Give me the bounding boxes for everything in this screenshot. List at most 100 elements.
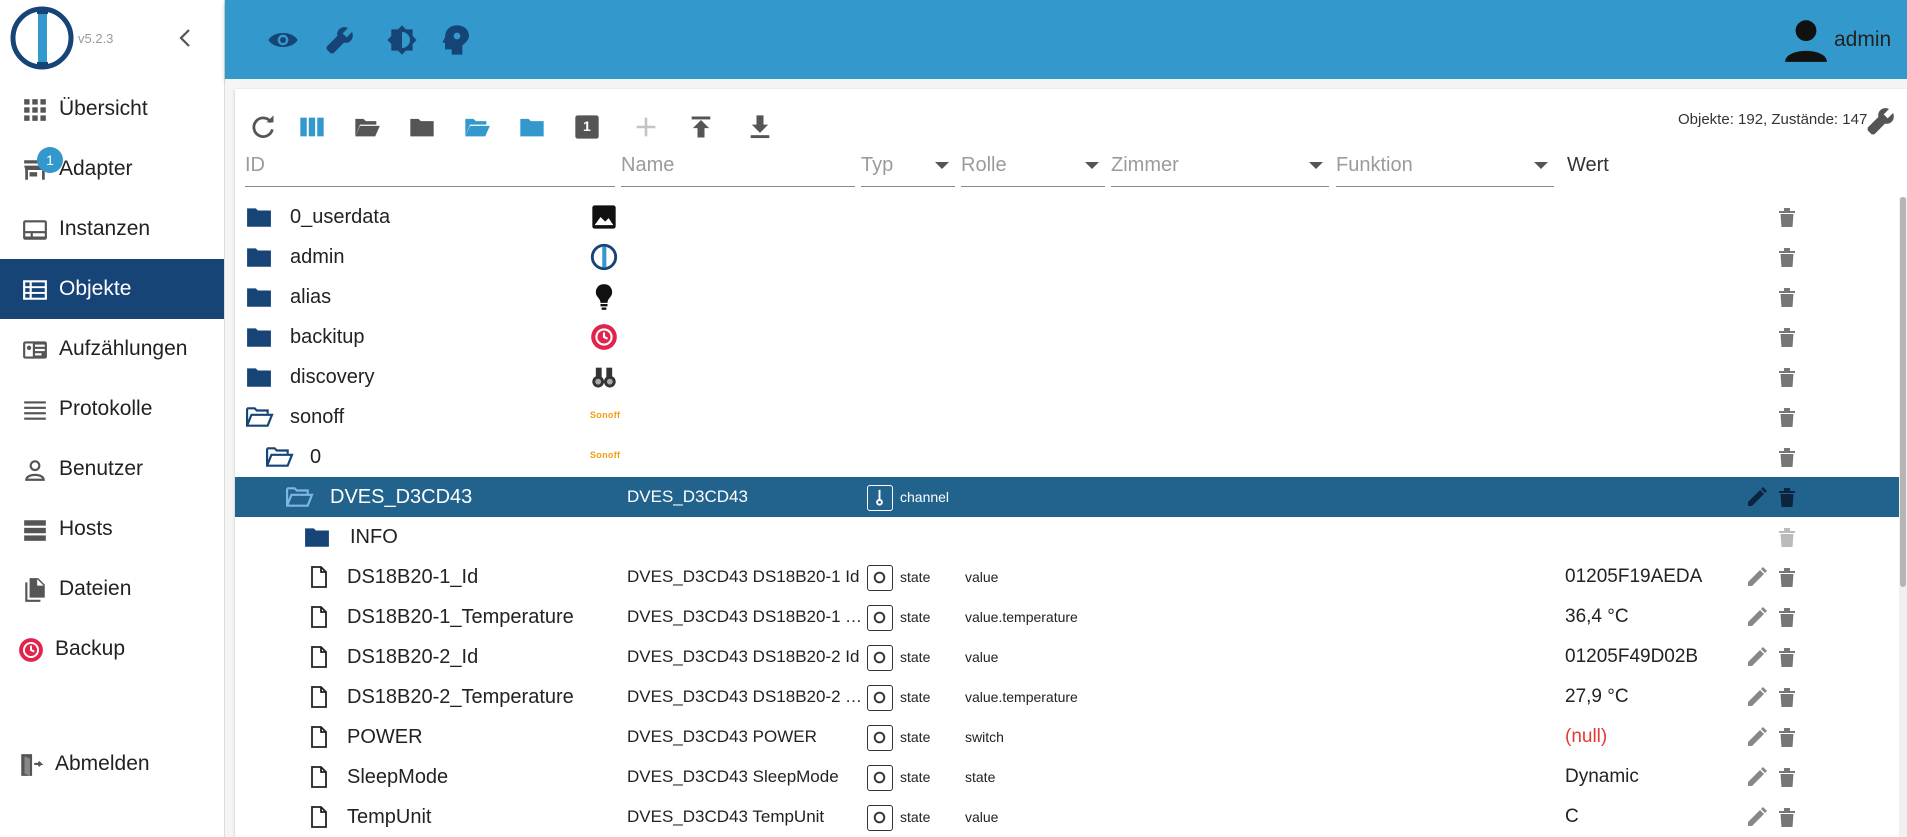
delete-icon[interactable] — [1775, 564, 1799, 590]
delete-icon[interactable] — [1775, 324, 1799, 350]
delete-icon[interactable] — [1775, 724, 1799, 750]
folder-icon[interactable] — [408, 113, 436, 141]
object-value[interactable]: 36,4 °C — [1565, 606, 1629, 628]
edit-icon[interactable] — [1745, 565, 1769, 589]
columns-icon[interactable] — [298, 113, 326, 141]
table-row[interactable]: alias — [235, 277, 1899, 317]
user-name[interactable]: admin — [1834, 28, 1891, 52]
object-value[interactable]: Dynamic — [1565, 766, 1639, 788]
table-row[interactable]: POWER DVES_D3CD43 POWER state switch (nu… — [235, 717, 1899, 757]
edit-icon[interactable] — [1745, 765, 1769, 789]
account-icon[interactable] — [1781, 16, 1831, 66]
id-filter-field[interactable] — [245, 145, 615, 187]
edit-icon[interactable] — [1745, 485, 1769, 509]
sidebar-item-backup[interactable]: Backup — [0, 619, 224, 679]
object-value[interactable]: 01205F19AEDA — [1565, 566, 1702, 588]
sidebar-item-instances[interactable]: Instanzen — [0, 199, 224, 259]
delete-icon[interactable] — [1775, 604, 1799, 630]
channel-type-icon — [867, 485, 893, 511]
function-filter-select[interactable]: Funktion — [1336, 145, 1554, 187]
folder-icon[interactable] — [245, 204, 273, 230]
delete-icon[interactable] — [1775, 244, 1799, 270]
edit-icon[interactable] — [1745, 725, 1769, 749]
expert-mode-icon[interactable] — [441, 24, 473, 56]
edit-icon[interactable] — [1745, 605, 1769, 629]
depth-level-button[interactable]: 1 — [573, 113, 601, 141]
folder-open-outline-icon[interactable] — [353, 113, 381, 141]
delete-icon[interactable] — [1775, 804, 1799, 830]
object-value[interactable]: C — [1565, 806, 1579, 828]
sidebar-item-overview[interactable]: Übersicht — [0, 79, 224, 139]
role-filter-select[interactable]: Rolle — [961, 145, 1105, 187]
brightness-icon[interactable] — [386, 24, 418, 56]
sidebar-item-hosts[interactable]: Hosts — [0, 499, 224, 559]
refresh-icon[interactable] — [249, 113, 277, 141]
upload-icon[interactable] — [687, 113, 715, 141]
table-row-selected[interactable]: DVES_D3CD43 DVES_D3CD43 channel — [235, 477, 1899, 517]
table-row[interactable]: discovery — [235, 357, 1899, 397]
delete-icon[interactable] — [1775, 444, 1799, 470]
collapse-all-icon[interactable] — [518, 113, 546, 141]
table-row[interactable]: admin — [235, 237, 1899, 277]
folder-icon[interactable] — [303, 524, 331, 550]
scrollbar-thumb[interactable] — [1900, 197, 1906, 587]
id-filter-input[interactable] — [245, 145, 615, 185]
folder-open-icon[interactable] — [263, 444, 295, 470]
sidebar-item-logs[interactable]: Protokolle — [0, 379, 224, 439]
folder-open-icon[interactable] — [283, 484, 315, 510]
table-row[interactable]: SleepMode DVES_D3CD43 SleepMode state st… — [235, 757, 1899, 797]
object-value[interactable]: 27,9 °C — [1565, 686, 1629, 708]
type-filter-select[interactable]: Typ — [861, 145, 955, 187]
delete-icon[interactable] — [1775, 764, 1799, 790]
vertical-scrollbar[interactable] — [1899, 197, 1907, 837]
table-row[interactable]: DS18B20-2_Id DVES_D3CD43 DS18B20-2 Id st… — [235, 637, 1899, 677]
sidebar-item-files[interactable]: Dateien — [0, 559, 224, 619]
folder-icon[interactable] — [245, 244, 273, 270]
folder-icon[interactable] — [245, 324, 273, 350]
object-value[interactable]: (null) — [1565, 726, 1607, 748]
edit-icon[interactable] — [1745, 805, 1769, 829]
table-row[interactable]: TempUnit DVES_D3CD43 TempUnit state valu… — [235, 797, 1899, 837]
delete-icon[interactable] — [1775, 644, 1799, 670]
logout-button[interactable]: Abmelden — [0, 734, 224, 794]
name-filter-input[interactable] — [621, 145, 855, 185]
delete-icon[interactable] — [1775, 524, 1799, 550]
edit-icon[interactable] — [1745, 685, 1769, 709]
folder-icon[interactable] — [245, 284, 273, 310]
user-icon — [25, 460, 45, 481]
sidebar-item-enums[interactable]: Aufzählungen — [0, 319, 224, 379]
name-filter-field[interactable] — [621, 145, 855, 187]
table-row[interactable]: backitup — [235, 317, 1899, 357]
delete-icon[interactable] — [1775, 484, 1799, 510]
delete-icon[interactable] — [1775, 684, 1799, 710]
sidebar-item-users[interactable]: Benutzer — [0, 439, 224, 499]
table-row[interactable]: DS18B20-1_Temperature DVES_D3CD43 DS18B2… — [235, 597, 1899, 637]
folder-open-icon[interactable] — [243, 404, 275, 430]
room-filter-select[interactable]: Zimmer — [1111, 145, 1329, 187]
folder-icon[interactable] — [245, 364, 273, 390]
delete-icon[interactable] — [1775, 284, 1799, 310]
table-row[interactable]: DS18B20-1_Id DVES_D3CD43 DS18B20-1 Id st… — [235, 557, 1899, 597]
table-row[interactable]: DS18B20-2_Temperature DVES_D3CD43 DS18B2… — [235, 677, 1899, 717]
eye-icon[interactable] — [267, 24, 299, 56]
delete-icon[interactable] — [1775, 404, 1799, 430]
table-row[interactable]: 0 Sonoff — [235, 437, 1899, 477]
expand-all-icon[interactable] — [463, 113, 491, 141]
collapse-sidebar-icon[interactable] — [176, 26, 194, 50]
wrench-icon[interactable] — [324, 24, 356, 56]
settings-wrench-icon[interactable] — [1865, 105, 1897, 137]
delete-icon[interactable] — [1775, 204, 1799, 230]
sidebar-item-adapter[interactable]: 1 Adapter — [0, 139, 224, 199]
binoculars-icon — [592, 367, 616, 388]
object-value[interactable]: 01205F49D02B — [1565, 646, 1698, 668]
delete-icon[interactable] — [1775, 364, 1799, 390]
sidebar-item-label: Protokolle — [59, 397, 153, 420]
edit-icon[interactable] — [1745, 645, 1769, 669]
table-row[interactable]: sonoff Sonoff — [235, 397, 1899, 437]
table-row[interactable]: 0_userdata — [235, 197, 1899, 237]
add-icon[interactable] — [632, 113, 660, 141]
download-icon[interactable] — [746, 113, 774, 141]
table-row[interactable]: INFO — [235, 517, 1899, 557]
iobroker-logo[interactable] — [10, 6, 74, 70]
sidebar-item-objects[interactable]: Objekte — [0, 259, 224, 319]
